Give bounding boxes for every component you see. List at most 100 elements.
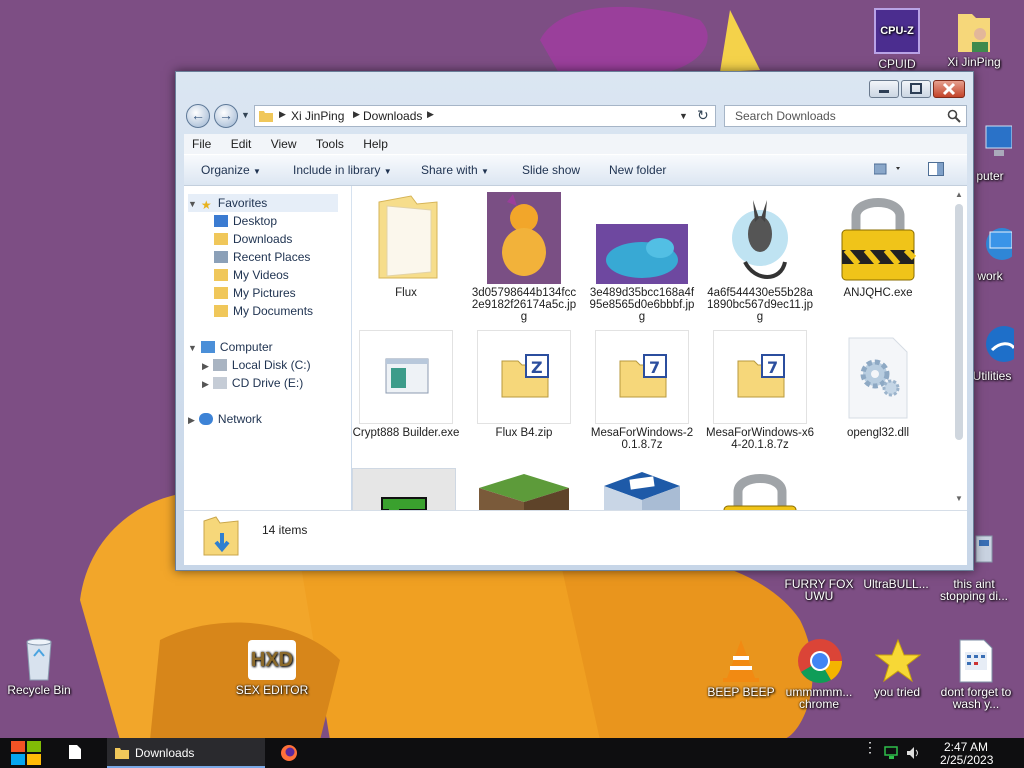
nav-cd-drive[interactable]: ▶ CD Drive (E:) bbox=[202, 374, 303, 392]
nav-desktop[interactable]: Desktop bbox=[214, 212, 277, 230]
taskbar-item-downloads[interactable]: Downloads bbox=[107, 738, 265, 768]
desktop-icon-chrome[interactable]: ummmmm... chrome bbox=[777, 638, 861, 710]
taskbar-firefox-button[interactable] bbox=[280, 744, 300, 764]
nav-my-videos[interactable]: My Videos bbox=[214, 266, 289, 284]
file-item-anjqhc[interactable]: ANJQHC.exe bbox=[824, 192, 932, 299]
desktop-icon-sex-editor[interactable]: HXD SEX EDITOR bbox=[230, 640, 314, 696]
menu-help[interactable]: Help bbox=[355, 134, 396, 151]
include-in-library-button[interactable]: Include in library ▼ bbox=[293, 163, 392, 177]
share-with-button[interactable]: Share with ▼ bbox=[421, 163, 489, 177]
file-item-mesa-x64-7z[interactable]: 7 MesaForWindows-x64-20.1.8.7z bbox=[706, 330, 814, 451]
desktop-icon-ultrabull[interactable]: UltraBULL... bbox=[854, 578, 938, 590]
maximize-button[interactable] bbox=[901, 80, 931, 98]
desktop-icon-dont-forget[interactable]: dont forget to wash y... bbox=[934, 638, 1018, 710]
nav-my-documents[interactable]: My Documents bbox=[214, 302, 313, 320]
file-name: opengl32.dll bbox=[846, 427, 910, 439]
new-folder-button[interactable]: New folder bbox=[609, 163, 666, 177]
svg-text:7: 7 bbox=[649, 358, 660, 377]
file-name: MesaForWindows-20.1.8.7z bbox=[590, 427, 694, 451]
desktop-icon-you-tried[interactable]: you tried bbox=[855, 638, 939, 698]
nav-my-pictures[interactable]: My Pictures bbox=[214, 284, 296, 302]
star-icon: ★ bbox=[200, 198, 212, 212]
clock-date[interactable]: 2/25/2023 bbox=[940, 753, 993, 767]
file-item-crypt888[interactable]: Crypt888 Builder.exe bbox=[352, 330, 460, 439]
file-item-3d05[interactable]: 3d05798644b134fcc2e9182f26174a5c.jpg bbox=[470, 192, 578, 323]
taskbar: Downloads ⋮ 2:47 AM 2/25/2023 bbox=[0, 738, 1024, 768]
file-item-4a6f[interactable]: 4a6f544430e55b28a1890bc567d9ec11.jpg bbox=[706, 192, 814, 323]
close-button[interactable] bbox=[933, 80, 965, 98]
chevron-down-icon: ▼ bbox=[188, 343, 197, 353]
nav-recent-places[interactable]: Recent Places bbox=[214, 248, 310, 266]
preview-pane-icon[interactable] bbox=[928, 162, 944, 179]
desktop-icon-label: FURRY FOX UWU bbox=[784, 577, 854, 603]
file-item-opengl32-dll[interactable]: opengl32.dll bbox=[824, 330, 932, 439]
padlock-icon bbox=[718, 468, 802, 510]
start-button[interactable] bbox=[10, 738, 44, 768]
desktop-icon-recycle-bin[interactable]: Recycle Bin bbox=[0, 636, 81, 696]
desktop-icon-furry-fox[interactable]: FURRY FOX UWU bbox=[777, 578, 861, 602]
clock-time[interactable]: 2:47 AM bbox=[944, 740, 988, 754]
address-dropdown-icon[interactable]: ▼ bbox=[679, 111, 688, 121]
desktop-icon-beep-beep[interactable]: BEEP BEEP bbox=[699, 638, 783, 698]
image-blue-icon bbox=[596, 224, 688, 284]
nav-downloads[interactable]: Downloads bbox=[214, 230, 292, 248]
scroll-down-icon[interactable]: ▼ bbox=[955, 494, 963, 503]
file-item-padlock-2[interactable] bbox=[706, 468, 814, 510]
folder-icon bbox=[115, 748, 129, 759]
nav-local-disk[interactable]: ▶ Local Disk (C:) bbox=[202, 356, 311, 374]
menu-view[interactable]: View bbox=[263, 134, 305, 151]
file-list: Flux 3d05798644b134fcc2e9182f26174a5c.jp… bbox=[352, 186, 967, 510]
taskbar-file-icon-button[interactable] bbox=[68, 744, 88, 764]
padlock-icon bbox=[836, 192, 920, 284]
breadcrumb-xi-jinping[interactable]: Xi JinPing bbox=[291, 109, 344, 123]
dll-gear-icon bbox=[843, 330, 913, 424]
nav-computer-label: Computer bbox=[219, 340, 273, 354]
vertical-scrollbar[interactable]: ▲ ▼ bbox=[953, 190, 965, 508]
nav-my-pictures-label: My Pictures bbox=[233, 286, 296, 300]
file-item-mesa-x86-7z[interactable]: 7 MesaForWindows-20.1.8.7z bbox=[588, 330, 696, 451]
menu-tools[interactable]: Tools bbox=[308, 134, 352, 151]
menu-file[interactable]: File bbox=[184, 134, 219, 151]
change-view-icon[interactable] bbox=[873, 163, 904, 178]
recent-pages-dropdown-icon[interactable]: ▼ bbox=[241, 110, 250, 120]
back-button[interactable]: ← bbox=[186, 104, 210, 128]
explorer-window[interactable]: ← → ▼ ▶ Xi JinPing ▶ Downloads ▶ ▼ ↻ Sea… bbox=[175, 71, 974, 571]
network-tray-icon[interactable] bbox=[884, 746, 900, 760]
vlc-cone-icon bbox=[719, 638, 763, 682]
file-item-flux-b4-zip[interactable]: Z Flux B4.zip bbox=[470, 330, 578, 439]
file-item-green-app[interactable] bbox=[352, 468, 458, 510]
search-input[interactable]: Search Downloads bbox=[724, 105, 967, 127]
folder-icon bbox=[371, 192, 441, 284]
file-item-flux[interactable]: Flux bbox=[352, 192, 460, 299]
desktop-icon-label: Recycle Bin bbox=[7, 683, 71, 697]
organize-button[interactable]: Organize ▼ bbox=[201, 163, 261, 177]
file-name: Crypt888 Builder.exe bbox=[352, 427, 460, 439]
file-item-virtualbox[interactable] bbox=[588, 468, 696, 510]
minimize-button[interactable] bbox=[869, 80, 899, 98]
file-item-minecraft[interactable] bbox=[470, 468, 578, 510]
file-item-3e48[interactable]: 3e489d35bcc168a4f95e8565d0e6bbbf.jpg bbox=[588, 192, 696, 323]
breadcrumb-separator-icon: ▶ bbox=[353, 109, 360, 119]
scroll-up-icon[interactable]: ▲ bbox=[955, 190, 963, 199]
file-name: 3e489d35bcc168a4f95e8565d0e6bbbf.jpg bbox=[589, 287, 695, 323]
image-orange-icon bbox=[487, 192, 561, 284]
breadcrumb-downloads[interactable]: Downloads bbox=[363, 109, 422, 123]
nav-network[interactable]: ▶ Network bbox=[188, 410, 262, 428]
nav-my-videos-label: My Videos bbox=[233, 268, 289, 282]
desktop-icon-cpuid[interactable]: CPU-Z CPUID bbox=[855, 8, 939, 70]
hxd-icon: HXD bbox=[248, 640, 296, 680]
address-bar[interactable]: ▶ Xi JinPing ▶ Downloads ▶ ▼ ↻ bbox=[254, 105, 716, 127]
volume-icon[interactable] bbox=[906, 746, 922, 760]
nav-computer[interactable]: ▼ Computer bbox=[188, 338, 273, 356]
menu-edit[interactable]: Edit bbox=[223, 134, 260, 151]
back-arrow-icon: ← bbox=[191, 107, 205, 123]
refresh-icon[interactable]: ↻ bbox=[697, 107, 709, 124]
nav-favorites[interactable]: ▼ ★ Favorites bbox=[188, 194, 338, 212]
forward-button[interactable]: → bbox=[214, 104, 238, 128]
scrollbar-thumb[interactable] bbox=[955, 204, 963, 440]
file-name: 4a6f544430e55b28a1890bc567d9ec11.jpg bbox=[707, 287, 813, 323]
slide-show-button[interactable]: Slide show bbox=[522, 163, 580, 177]
command-bar: Organize ▼ Include in library ▼ Share wi… bbox=[184, 154, 967, 186]
tray-overflow-icon[interactable]: ⋮ bbox=[863, 740, 877, 754]
desktop-icon-xi-jinping[interactable]: Xi JinPing bbox=[932, 8, 1016, 68]
